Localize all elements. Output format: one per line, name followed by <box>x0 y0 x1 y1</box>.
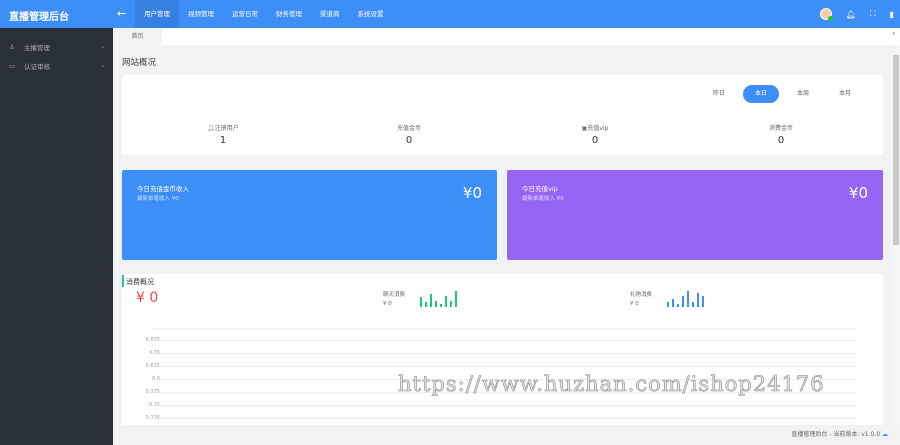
sparkline-bar <box>682 295 684 307</box>
chevron-right-icon: › <box>101 61 104 70</box>
period-week[interactable]: 本周 <box>785 85 821 103</box>
gift-consumption-value: ¥ 0 <box>630 301 639 307</box>
cloud-icon: ☁ <box>882 431 888 438</box>
consumption-card: 消费概况 ¥ 0 聊天消费 ¥ 0 礼物消费 ¥ 0 0.875 0.75 0.62… <box>122 274 883 434</box>
sparkline-bar <box>445 295 447 307</box>
grid-line <box>152 340 855 341</box>
stat-consumed-coins: 消费金币 0 <box>768 125 793 146</box>
period-today[interactable]: 本日 <box>743 85 779 103</box>
sparkline-bar <box>440 303 442 307</box>
grid-line <box>152 353 855 354</box>
period-month[interactable]: 本月 <box>827 85 863 103</box>
nav-settings[interactable]: 系统设置 <box>349 0 393 28</box>
grid-line <box>152 418 855 419</box>
top-header: 直播管理后台 ← 用户管理 视频管理 运营日常 财务管理 渠道商 系统设置 🔔︎… <box>0 0 900 28</box>
sparkline-bar <box>420 297 422 307</box>
page-title: 网站概况 <box>122 58 157 68</box>
nav-channel[interactable]: 渠道商 <box>311 0 349 28</box>
tab-bar: 首页 ▾ <box>113 28 900 45</box>
back-arrow-icon[interactable]: ← <box>117 7 126 20</box>
fullscreen-icon[interactable]: ⛶ <box>870 9 876 19</box>
stat-recharge-coins: 充值金币 0 <box>396 125 421 146</box>
stat-registered-users: 👤︎注册用户 1 <box>207 125 239 146</box>
sparkline-bar <box>430 294 432 307</box>
bell-icon[interactable]: 🔔︎ <box>846 10 856 19</box>
app-logo: 直播管理后台 <box>9 12 69 23</box>
chat-consumption-value: ¥ 0 <box>383 301 392 307</box>
nav-video-management[interactable]: 视频管理 <box>179 0 223 28</box>
chat-sparkline <box>420 291 457 307</box>
coin-income-card: 今日充值金币收入 最新单笔收入 ¥0 ¥0 <box>122 170 497 260</box>
trash-icon[interactable]: ▮ <box>890 10 894 19</box>
tab-home[interactable]: 首页 <box>113 28 162 45</box>
user-icon: 👤︎ <box>207 125 215 132</box>
gift-consumption-label: 礼物消费 <box>630 292 653 298</box>
sidebar: ♙ 主播管理 › ▭ 认证审核 › <box>0 28 113 445</box>
gift-sparkline <box>667 291 704 307</box>
nav-operations[interactable]: 运营日常 <box>223 0 267 28</box>
consumption-title: 消费概况 <box>122 275 154 287</box>
sparkline-bar <box>677 303 679 307</box>
consumption-total: ¥ 0 <box>136 290 159 306</box>
folder-icon: ▭ <box>9 61 16 70</box>
sparkline-bar <box>687 291 689 307</box>
grid-line <box>152 405 855 406</box>
watermark: https://www.huzhan.com/ishop24176 <box>398 372 825 397</box>
sparkline-bar <box>425 302 427 307</box>
stat-recharge-vip: ▣充值vip 0 <box>581 125 609 146</box>
avatar[interactable] <box>819 8 833 21</box>
sparkline-bar <box>692 302 694 307</box>
sparkline-bar <box>435 300 437 307</box>
top-nav: 用户管理 视频管理 运营日常 财务管理 渠道商 系统设置 <box>135 0 393 28</box>
scrollbar-thumb[interactable] <box>893 55 899 245</box>
grid-line <box>152 328 855 329</box>
grid-line <box>152 366 855 367</box>
period-selector: 昨日 本日 本周 本月 <box>701 85 863 103</box>
sparkline-bar <box>450 300 452 307</box>
sidebar-item-verification[interactable]: ▭ 认证审核 › <box>0 56 113 75</box>
footer: 直播管理后台 - 当前版本: v1.0.0 ☁ <box>113 425 900 445</box>
sparkline-bar <box>702 295 704 307</box>
sparkline-bar <box>697 292 699 307</box>
overview-card: 昨日 本日 本周 本月 👤︎注册用户 1 充值金币 0 ▣充值vip 0 消费金币 0 <box>122 75 883 155</box>
period-yesterday[interactable]: 昨日 <box>701 85 737 103</box>
chat-consumption-label: 聊天消费 <box>383 292 406 298</box>
chevron-right-icon: › <box>101 42 104 51</box>
vip-income-card: 今日充值vip 最新单笔收入 ¥0 ¥0 <box>507 170 883 260</box>
user-icon: ♙ <box>9 42 15 51</box>
nav-finance[interactable]: 财务管理 <box>267 0 311 28</box>
sidebar-item-anchor[interactable]: ♙ 主播管理 › <box>0 37 113 56</box>
scrollbar[interactable] <box>892 45 900 425</box>
chevron-down-icon[interactable]: ▾ <box>892 31 895 37</box>
sparkline-bar <box>667 302 669 307</box>
sparkline-bar <box>455 291 457 307</box>
nav-user-management[interactable]: 用户管理 <box>135 0 179 28</box>
sparkline-bar <box>672 299 674 307</box>
